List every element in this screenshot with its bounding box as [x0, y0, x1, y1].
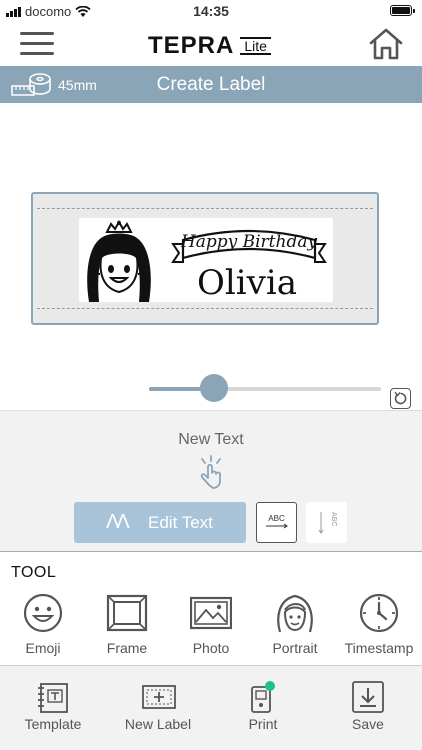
page-title: Create Label	[156, 74, 266, 95]
label-artwork: Happy Birthday Olivia	[87, 219, 327, 303]
new-label-icon	[142, 685, 176, 709]
portrait-icon	[277, 594, 313, 633]
edit-panel: New Text ΛΛ Edit Text ABC ABC	[0, 410, 422, 551]
margin-guide-top	[37, 208, 373, 209]
rotate-icon	[394, 391, 407, 405]
status-bar: docomo 14:35	[0, 0, 422, 22]
text-edit-icon: ΛΛ	[106, 511, 130, 533]
label-canvas: Happy Birthday Olivia	[0, 103, 422, 410]
timestamp-icon	[359, 593, 399, 633]
edit-text-label: Edit Text	[148, 513, 213, 532]
template-button[interactable]: Template	[3, 678, 103, 742]
save-label: Save	[352, 716, 384, 732]
vertical-text-button[interactable]: ABC	[306, 502, 347, 543]
new-label-button[interactable]: New Label	[108, 678, 208, 742]
menu-icon[interactable]	[20, 32, 54, 56]
status-time: 14:35	[193, 3, 229, 19]
brand-logo: TEPRA Lite	[148, 32, 271, 60]
save-button[interactable]: Save	[318, 678, 418, 742]
home-icon[interactable]	[368, 26, 404, 62]
tool-emoji-label: Emoji	[25, 640, 61, 656]
save-icon	[352, 681, 384, 713]
vertical-text-icon: ABC	[318, 512, 337, 534]
tool-section: TOOL Emoji Frame Photo Portrait Timestam…	[0, 551, 422, 666]
tap-gesture-icon	[200, 455, 221, 489]
print-label: Print	[248, 716, 278, 732]
bottom-toolbar: Template New Label Print Save	[0, 666, 422, 750]
banner-text: Happy Birthday	[180, 232, 318, 252]
size-slider-thumb[interactable]	[200, 374, 228, 402]
margin-guide-bottom	[37, 308, 373, 309]
tool-photo[interactable]: Photo	[169, 590, 253, 662]
battery-icon	[390, 5, 415, 16]
edit-text-button[interactable]: ΛΛ Edit Text	[74, 502, 246, 543]
frame-icon	[106, 594, 148, 632]
new-label-label: New Label	[124, 716, 192, 732]
tool-timestamp[interactable]: Timestamp	[337, 590, 421, 662]
size-slider[interactable]	[149, 374, 381, 402]
brand-edition: Lite	[240, 37, 271, 55]
print-icon	[251, 681, 275, 713]
template-label: Template	[24, 716, 82, 732]
svg-text:ABC: ABC	[268, 514, 285, 523]
svg-text:ABC: ABC	[330, 512, 337, 526]
tool-section-title: TOOL	[11, 564, 57, 581]
print-button[interactable]: Print	[213, 678, 313, 742]
printer-connected-indicator	[265, 681, 275, 691]
template-icon	[38, 683, 68, 713]
emoji-icon	[23, 593, 63, 633]
tool-portrait[interactable]: Portrait	[253, 590, 337, 662]
tool-frame-label: Frame	[106, 640, 148, 656]
tool-frame[interactable]: Frame	[85, 590, 169, 662]
tool-timestamp-label: Timestamp	[344, 640, 414, 656]
name-text[interactable]: Olivia	[197, 263, 297, 303]
app-header: TEPRA Lite	[0, 22, 422, 66]
photo-icon	[190, 596, 232, 630]
horizontal-text-icon: ABC	[266, 514, 288, 529]
tool-portrait-label: Portrait	[272, 640, 318, 656]
label-preview[interactable]: Happy Birthday Olivia	[31, 192, 379, 325]
girl-portrait-illustration[interactable]	[87, 219, 151, 302]
horizontal-text-button[interactable]: ABC	[256, 502, 297, 543]
label-print-area[interactable]: Happy Birthday Olivia	[79, 218, 333, 303]
brand-name: TEPRA	[148, 32, 235, 59]
rotate-button[interactable]	[390, 388, 411, 409]
tool-emoji[interactable]: Emoji	[1, 590, 85, 662]
selected-object-label: New Text	[178, 431, 244, 448]
title-bar: 45mm Create Label	[0, 66, 422, 103]
birthday-banner[interactable]: Happy Birthday	[171, 229, 327, 263]
tool-photo-label: Photo	[192, 640, 230, 656]
